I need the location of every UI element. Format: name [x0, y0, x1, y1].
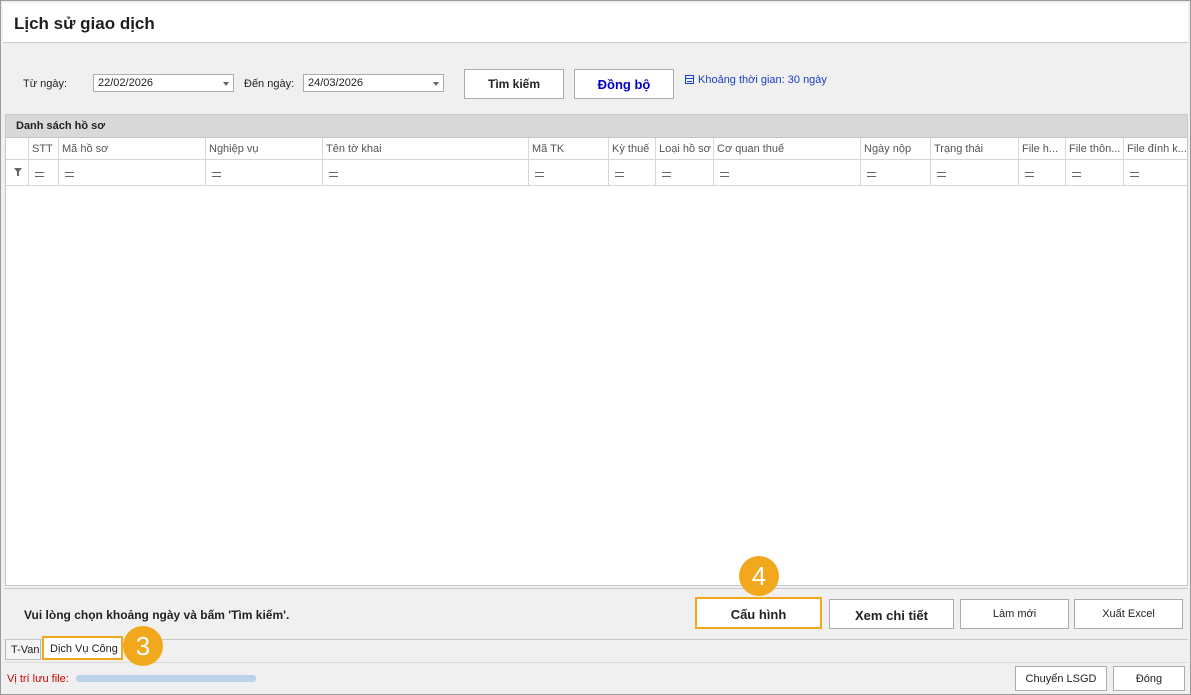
equals-icon — [35, 172, 44, 177]
equals-icon — [535, 172, 544, 177]
column-header-trang-thai[interactable]: Trạng thái — [930, 138, 1018, 160]
refresh-button-label: Làm mới — [992, 608, 1037, 620]
filter-cell[interactable] — [860, 160, 930, 185]
dropdown-arrow-icon[interactable] — [433, 82, 439, 86]
auto-filter-row — [6, 160, 1187, 186]
to-date-value: 24/03/2026 — [308, 77, 364, 89]
bottom-bar: Vị trí lưu file: Chuyển LSGD Đóng — [4, 662, 1188, 694]
equals-icon — [867, 172, 876, 177]
search-button-label: Tìm kiếm — [487, 77, 541, 91]
equals-icon — [1025, 172, 1034, 177]
column-header-file-thong[interactable]: File thôn... — [1065, 138, 1123, 160]
config-button-label: Cấu hình — [730, 607, 787, 622]
filter-cell[interactable] — [205, 160, 322, 185]
equals-icon — [662, 172, 671, 177]
tab-dich-vu-cong-label: Dịch Vụ Công — [50, 643, 118, 655]
filter-cell[interactable] — [1018, 160, 1065, 185]
filter-panel: Từ ngày: 22/02/2026 Đến ngày: 24/03/2026… — [4, 44, 1188, 113]
equals-icon — [1072, 172, 1081, 177]
from-date-value: 22/02/2026 — [98, 77, 154, 89]
header-indicator — [6, 138, 28, 160]
equals-icon — [937, 172, 946, 177]
equals-icon — [212, 172, 221, 177]
filter-cell[interactable] — [1065, 160, 1123, 185]
export-excel-button[interactable]: Xuất Excel — [1074, 599, 1183, 629]
filter-cell[interactable] — [655, 160, 713, 185]
column-header-ten-to-khai[interactable]: Tên tờ khai — [322, 138, 528, 160]
column-header-nghiep-vu[interactable]: Nghiệp vụ — [205, 138, 322, 160]
records-grid: Danh sách hồ sơ STT Mã hồ sơ Nghiệp vụ T… — [5, 114, 1188, 586]
column-header-co-quan-thue[interactable]: Cơ quan thuế — [713, 138, 860, 160]
from-date-picker[interactable]: 22/02/2026 — [93, 74, 234, 92]
save-location-label: Vị trí lưu file: — [7, 673, 69, 685]
sync-button-label: Đồng bộ — [597, 77, 651, 92]
filter-cell[interactable] — [28, 160, 58, 185]
tab-t-van[interactable]: T-Van — [5, 640, 41, 660]
from-date-label: Từ ngày: — [23, 78, 68, 90]
equals-icon — [1130, 172, 1139, 177]
dropdown-arrow-icon[interactable] — [223, 82, 229, 86]
equals-icon — [720, 172, 729, 177]
to-date-label: Đến ngày: — [244, 78, 295, 90]
column-header-stt[interactable]: STT — [28, 138, 58, 160]
transfer-lsgd-button[interactable]: Chuyển LSGD — [1015, 666, 1107, 691]
column-header-ngay-nop[interactable]: Ngày nộp — [860, 138, 930, 160]
tab-dich-vu-cong[interactable]: Dịch Vụ Công — [42, 636, 123, 660]
column-header-file-dinh-kem[interactable]: File đính k... — [1123, 138, 1187, 160]
action-footer: Vui lòng chọn khoảng ngày và bấm 'Tìm ki… — [4, 588, 1188, 639]
filter-cell[interactable] — [1123, 160, 1187, 185]
grid-caption: Danh sách hồ sơ — [6, 115, 1187, 138]
title-bar: Lịch sử giao dịch — [3, 3, 1188, 43]
refresh-button[interactable]: Làm mới — [960, 599, 1069, 629]
equals-icon — [329, 172, 338, 177]
close-button-label: Đóng — [1135, 673, 1163, 685]
instruction-message: Vui lòng chọn khoảng ngày và bấm 'Tìm ki… — [24, 608, 290, 622]
filter-cell[interactable] — [528, 160, 608, 185]
export-excel-button-label: Xuất Excel — [1102, 608, 1155, 620]
calendar-icon — [685, 75, 694, 84]
column-header-loai-ho-so[interactable]: Loại hồ sơ — [655, 138, 713, 160]
tab-strip: T-Van Dịch Vụ Công — [4, 636, 1188, 662]
equals-icon — [615, 172, 624, 177]
column-header-ma-tk[interactable]: Mã TK — [528, 138, 608, 160]
filter-cell[interactable] — [713, 160, 860, 185]
range-note: Khoảng thời gian: 30 ngày — [698, 74, 827, 86]
grid-caption-label: Danh sách hồ sơ — [16, 120, 106, 132]
filter-cell[interactable] — [930, 160, 1018, 185]
save-location-path[interactable] — [76, 675, 256, 682]
filter-cell[interactable] — [608, 160, 655, 185]
step-badge-3: 3 — [123, 626, 163, 666]
column-header-ma-ho-so[interactable]: Mã hồ sơ — [58, 138, 205, 160]
equals-icon — [65, 172, 74, 177]
window-title: Lịch sử giao dịch — [14, 14, 155, 33]
search-button[interactable]: Tìm kiếm — [464, 69, 564, 99]
filter-row-indicator — [6, 160, 28, 185]
filter-cell[interactable] — [58, 160, 205, 185]
view-detail-button-label: Xem chi tiết — [855, 608, 928, 623]
history-window: Lịch sử giao dịch Từ ngày: 22/02/2026 Đế… — [0, 0, 1191, 695]
view-detail-button[interactable]: Xem chi tiết — [829, 599, 954, 629]
config-button[interactable]: Cấu hình — [695, 597, 822, 629]
sync-button[interactable]: Đồng bộ — [574, 69, 674, 99]
tab-t-van-label: T-Van — [11, 644, 40, 656]
transfer-lsgd-button-label: Chuyển LSGD — [1025, 673, 1097, 685]
column-header-file-h[interactable]: File h... — [1018, 138, 1065, 160]
to-date-picker[interactable]: 24/03/2026 — [303, 74, 444, 92]
filter-cell[interactable] — [322, 160, 528, 185]
close-button[interactable]: Đóng — [1113, 666, 1185, 691]
grid-header: STT Mã hồ sơ Nghiệp vụ Tên tờ khai Mã TK… — [6, 138, 1187, 160]
column-header-ky-thue[interactable]: Kỳ thuế — [608, 138, 655, 160]
step-badge-4: 4 — [739, 556, 779, 596]
